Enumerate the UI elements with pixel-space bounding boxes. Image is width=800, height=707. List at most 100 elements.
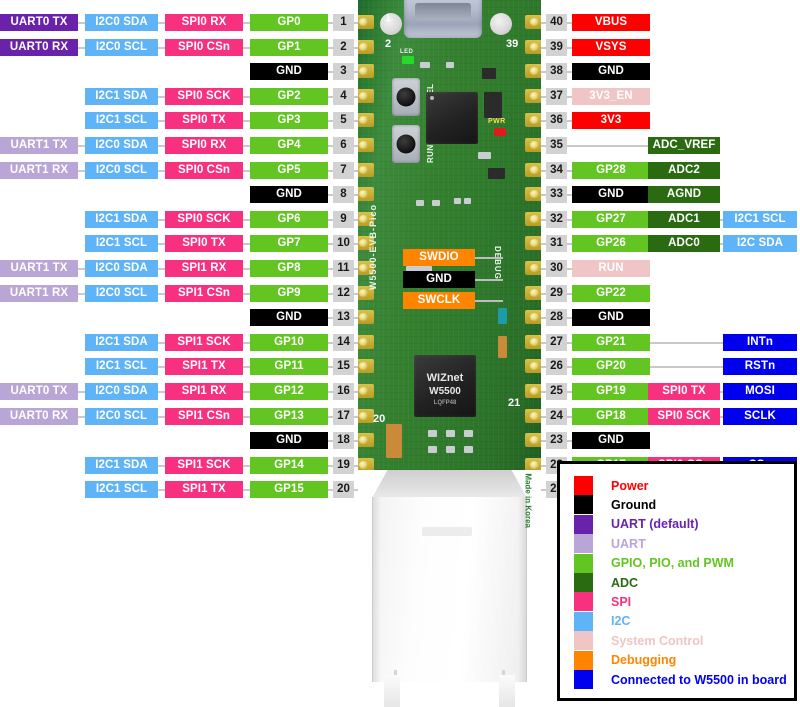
pin-label-i2c: I2C0 SCL xyxy=(85,161,158,179)
legend-item: Connected to W5500 in board xyxy=(574,670,787,689)
pin-label-i2c: I2C0 SCL xyxy=(85,407,158,425)
pin-label-gp: GP22 xyxy=(572,284,650,302)
pin-number: 2 xyxy=(333,38,354,56)
connector-line xyxy=(243,464,250,467)
legend-swatch xyxy=(574,495,593,515)
connector-line xyxy=(158,243,165,246)
bootsel-button[interactable] xyxy=(392,78,420,116)
pin-label-uart: UART0 TX xyxy=(0,14,78,31)
pin-label-gp: GP11 xyxy=(250,358,328,376)
pin-label-spi: SPI1 SCK xyxy=(165,456,243,474)
pin-number: 15 xyxy=(333,358,354,376)
pin-number: 36 xyxy=(546,112,567,130)
pin-label-gp: GND xyxy=(250,309,328,327)
legend-label: ADC xyxy=(611,575,639,590)
pin-label-spi: SPI0 TX xyxy=(165,235,243,253)
connector-line xyxy=(158,145,165,147)
connector-line xyxy=(243,391,250,393)
jack-shade-left xyxy=(372,497,381,682)
usb-micro-connector xyxy=(404,0,482,38)
connector-line xyxy=(650,341,723,344)
pin-number: 4 xyxy=(333,87,354,105)
board-pad xyxy=(358,310,374,325)
board-pin-1-number: 1 xyxy=(385,12,392,24)
pin-number: 5 xyxy=(333,112,354,130)
pin-label-gp: 3V3 xyxy=(572,112,650,130)
board-pad xyxy=(358,162,374,177)
pin-label-function: ADC1 xyxy=(648,210,720,228)
board-pin-2-number: 2 xyxy=(385,38,392,50)
pin-label-gp: 3V3_EN xyxy=(572,87,650,105)
pin-label-uart: UART0 RX xyxy=(0,38,78,56)
pin-number: 35 xyxy=(546,137,567,154)
smd-part xyxy=(428,430,437,437)
board-pad xyxy=(358,187,374,202)
pin-number: 10 xyxy=(333,235,354,253)
pin-label-i2c: I2C0 SDA xyxy=(85,383,158,400)
development-board: 1 2 39 20 21 LED PWR BOOTSEL RUN W5500-E… xyxy=(358,0,541,470)
legend-label: GPIO, PIO, and PWM xyxy=(611,556,734,571)
pin-label-function: ADC0 xyxy=(648,235,720,253)
board-pad xyxy=(525,408,541,423)
pin-label-spi: SPI1 TX xyxy=(165,358,243,376)
board-pad xyxy=(525,64,541,79)
pin-number: 25 xyxy=(546,383,567,400)
pin-number: 17 xyxy=(333,407,354,425)
pin-label-gp: GP27 xyxy=(572,210,650,228)
pin-label-uart: UART1 TX xyxy=(0,260,78,277)
legend-swatch xyxy=(574,592,593,612)
pin-label-uart: UART1 TX xyxy=(0,137,78,154)
pin-number: 23 xyxy=(546,432,567,450)
legend-item: UART (default) xyxy=(574,514,699,534)
smd-part xyxy=(454,198,461,204)
pin-label-i2c: I2C0 SDA xyxy=(85,137,158,154)
connector-line xyxy=(158,22,165,24)
pin-label-gp: GND xyxy=(250,432,328,450)
legend-label: UART xyxy=(611,536,646,551)
pin-label-gp: GP13 xyxy=(250,407,328,425)
pin-label-i2c: I2C1 SDA xyxy=(85,87,158,105)
pin-label-spi: SPI1 RX xyxy=(165,260,243,277)
connector-line xyxy=(158,489,165,492)
pin-label-peripheral: RSTn xyxy=(723,358,797,376)
pin-label-peripheral: I2C1 SCL xyxy=(723,210,797,228)
legend-swatch xyxy=(574,631,593,651)
board-pad xyxy=(525,88,541,103)
pin-label-gp: GP4 xyxy=(250,137,328,154)
pin-number: 37 xyxy=(546,87,567,105)
pin-label-gp: GP2 xyxy=(250,87,328,105)
legend-item: System Control xyxy=(574,631,703,651)
pin-label-i2c: I2C1 SDA xyxy=(85,333,158,351)
connector-line xyxy=(475,300,503,302)
pin-label-peripheral: MOSI xyxy=(723,383,797,400)
connector-line xyxy=(243,366,250,369)
run-button[interactable] xyxy=(392,125,420,163)
smd-part xyxy=(498,336,507,358)
jack-leg-left xyxy=(384,675,400,707)
pin-number: 40 xyxy=(546,14,567,31)
smd-part xyxy=(416,200,424,206)
pin-number: 6 xyxy=(333,137,354,154)
smd-part xyxy=(432,200,440,206)
connector-line xyxy=(243,243,250,246)
pin-label-uart: UART1 RX xyxy=(0,161,78,179)
connector-line xyxy=(78,292,85,295)
board-pad xyxy=(525,236,541,251)
pin-label-gp: GP21 xyxy=(572,333,650,351)
w5500-package-text: LQFP48 xyxy=(433,400,457,406)
board-pad xyxy=(525,162,541,177)
connector-line xyxy=(243,169,250,172)
pin-label-gp: GP15 xyxy=(250,481,328,499)
connector-line xyxy=(158,268,165,270)
board-pin-20-number: 20 xyxy=(373,413,386,425)
legend-label: SPI xyxy=(611,594,632,609)
board-pad xyxy=(358,138,374,152)
connector-line xyxy=(243,218,250,221)
pin-label-i2c: I2C1 SCL xyxy=(85,112,158,130)
pin-label-gp: GP3 xyxy=(250,112,328,130)
legend-swatch xyxy=(574,553,593,573)
board-pad xyxy=(358,433,374,448)
connector-line xyxy=(78,268,85,270)
pin-label-gp: GP20 xyxy=(572,358,650,376)
pin-number: 19 xyxy=(333,456,354,474)
